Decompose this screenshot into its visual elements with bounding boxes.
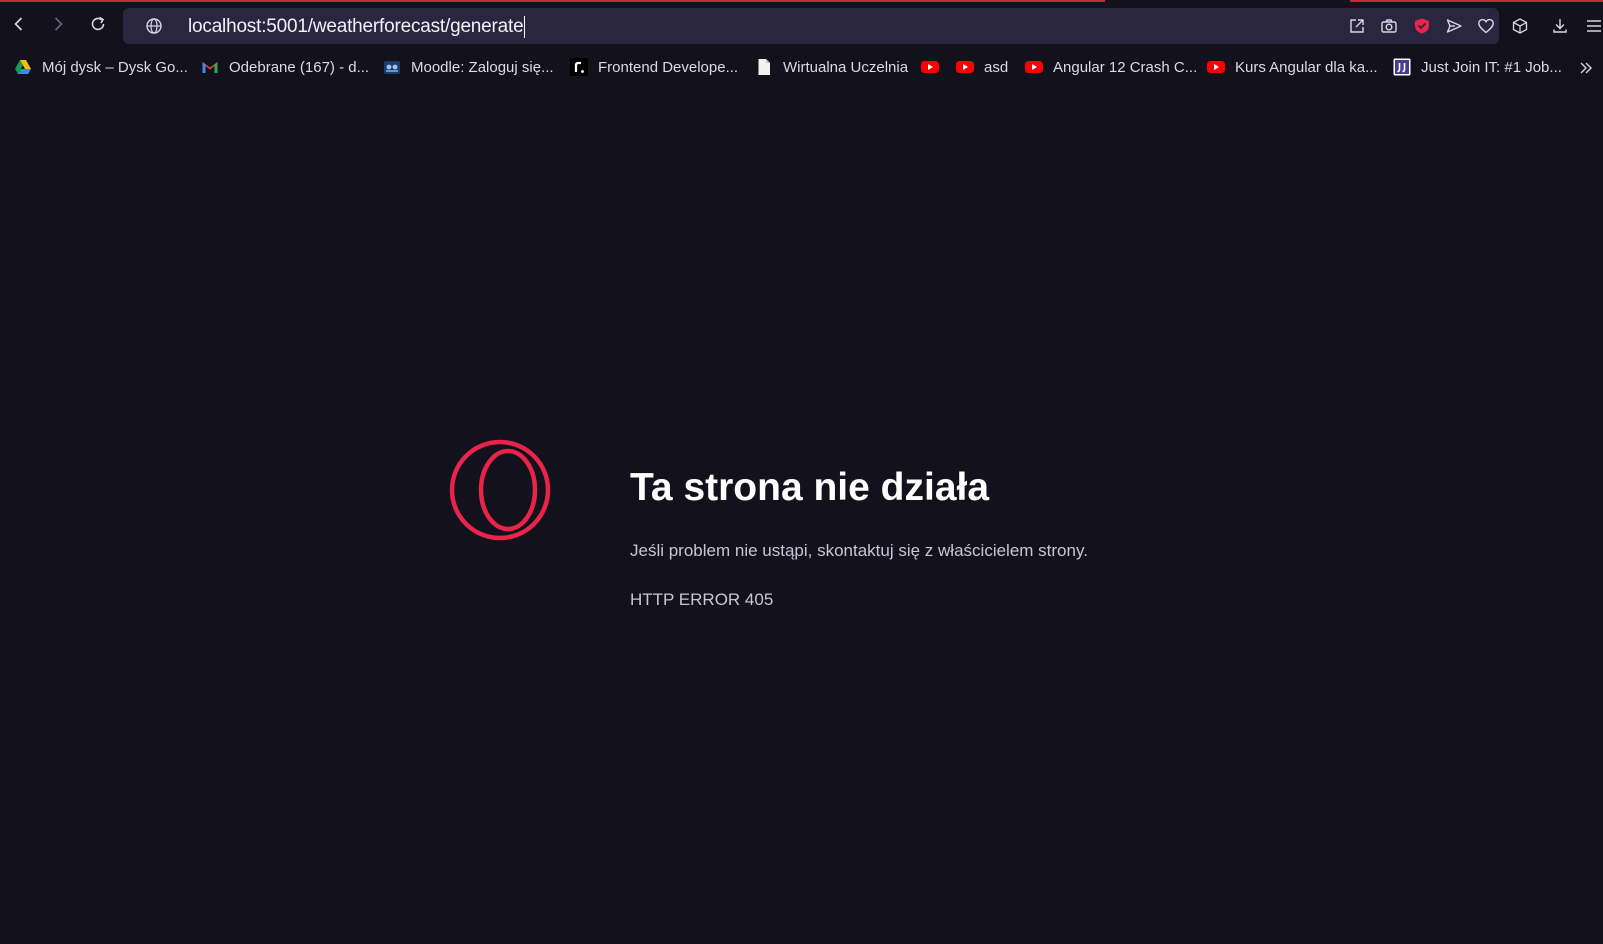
error-message: Jeśli problem nie ustąpi, skontaktuj się… — [630, 541, 1088, 560]
moodle-icon — [383, 58, 401, 76]
forward-button[interactable] — [46, 12, 70, 36]
send-button[interactable] — [1444, 16, 1464, 36]
back-button[interactable] — [7, 12, 31, 36]
bookmark-item[interactable]: Moodle: Zaloguj się... — [383, 56, 554, 78]
chevron-left-icon — [14, 17, 23, 31]
download-icon — [1553, 19, 1567, 33]
error-title: Ta strona nie działa — [630, 466, 990, 509]
youtube-icon — [921, 58, 939, 76]
youtube-icon — [1207, 58, 1225, 76]
bookmark-item[interactable] — [921, 56, 939, 78]
browser-toolbar: localhost:5001/weatherforecast/generate — [0, 2, 1603, 48]
cube-icon — [1512, 18, 1528, 34]
globe-icon[interactable] — [145, 17, 163, 35]
address-bar[interactable]: localhost:5001/weatherforecast/generate — [123, 8, 1499, 44]
justjoinit-icon — [1393, 58, 1411, 76]
bookmark-item[interactable]: Just Join IT: #1 Job... — [1393, 56, 1562, 78]
url-input[interactable]: localhost:5001/weatherforecast/generate — [188, 16, 526, 38]
menu-icon — [1587, 20, 1601, 32]
google-drive-icon — [14, 58, 32, 76]
frontend-icon — [570, 58, 588, 76]
bookmark-item[interactable]: asd — [956, 56, 1008, 78]
opera-gx-logo — [449, 439, 551, 541]
more-bookmarks-icon[interactable] — [1578, 60, 1594, 76]
error-code: HTTP ERROR 405 — [630, 590, 774, 609]
share-icon — [1350, 19, 1364, 33]
bookmark-item[interactable]: Odebrane (167) - d... — [201, 56, 369, 78]
bookmark-item[interactable]: Wirtualna Uczelnia — [755, 56, 908, 78]
reload-icon — [91, 16, 105, 31]
extensions-button[interactable] — [1510, 16, 1530, 36]
bookmark-item[interactable]: Mój dysk – Dysk Go... — [14, 56, 188, 78]
heart-icon — [1478, 18, 1494, 34]
youtube-icon — [956, 58, 974, 76]
bookmarks-bar: Mój dysk – Dysk Go... Odebrane (167) - d… — [0, 50, 1603, 84]
gmail-icon — [201, 58, 219, 76]
share-button[interactable] — [1347, 16, 1367, 36]
document-icon — [755, 58, 773, 76]
reload-button[interactable] — [86, 12, 110, 36]
snapshot-button[interactable] — [1379, 16, 1399, 36]
shield-icon — [1415, 18, 1429, 34]
bookmark-item[interactable]: Kurs Angular dla ka... — [1207, 56, 1378, 78]
camera-icon — [1381, 19, 1397, 33]
bookmark-heart-button[interactable] — [1476, 16, 1496, 36]
youtube-icon — [1025, 58, 1043, 76]
send-icon — [1446, 19, 1462, 33]
bookmark-item[interactable]: Frontend Develope... — [570, 56, 738, 78]
bookmark-item[interactable]: Angular 12 Crash C... — [1025, 56, 1197, 78]
downloads-button[interactable] — [1550, 16, 1570, 36]
adblock-button[interactable] — [1412, 16, 1432, 36]
chevron-right-icon — [54, 17, 63, 31]
easy-setup-button[interactable] — [1585, 16, 1603, 36]
